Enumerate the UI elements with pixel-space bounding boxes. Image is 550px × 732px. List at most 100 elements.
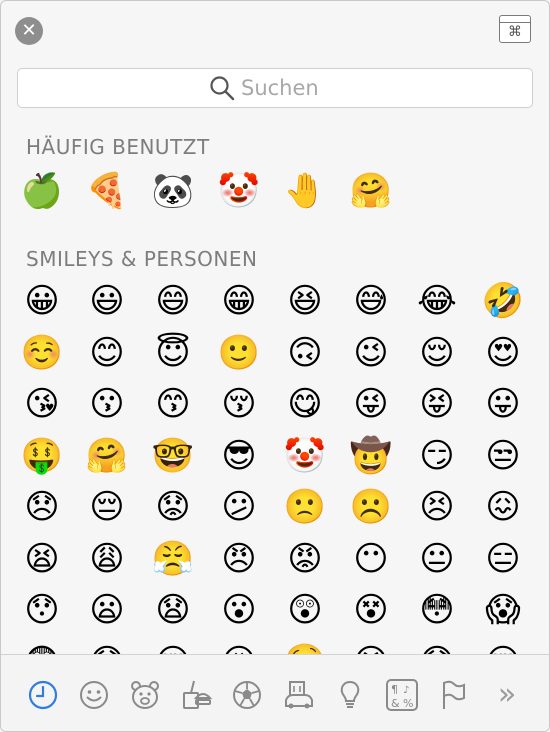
emoji-button[interactable]: 🤠 <box>349 434 393 478</box>
emoji-button[interactable]: 😆 <box>283 279 327 323</box>
emoji-button[interactable]: 😰 <box>85 640 129 655</box>
emoji-button[interactable]: 😇 <box>151 331 195 375</box>
emoji-button[interactable]: 😋 <box>283 382 327 426</box>
emoji-button[interactable]: 😂 <box>415 279 459 323</box>
search-input[interactable] <box>241 76 341 100</box>
emoji-button[interactable]: 🤣 <box>481 279 525 323</box>
emoji-button[interactable]: 🙃 <box>283 331 327 375</box>
emoji-button[interactable]: 🤡 <box>217 169 261 213</box>
emoji-button[interactable]: 😡 <box>283 537 327 581</box>
emoji-button[interactable]: ☺️ <box>20 331 64 375</box>
emoji-button[interactable]: 😶 <box>349 537 393 581</box>
svg-text:¶: ¶ <box>391 683 398 696</box>
emoji-button[interactable]: 😔 <box>85 485 129 529</box>
emoji-button[interactable]: 😏 <box>415 434 459 478</box>
bear-icon <box>131 681 159 709</box>
emoji-scroll-area[interactable]: HÄUFIG BENUTZT 🍏 🍕 🐼 🤡 🤚 🤗 SMILEYS & PERSONEN… <box>1 121 549 654</box>
emoji-button[interactable]: 😜 <box>349 382 393 426</box>
character-viewer-button[interactable]: ⌘ <box>499 15 531 43</box>
emoji-button[interactable]: 😮 <box>217 588 261 632</box>
emoji-button[interactable]: 😕 <box>217 485 261 529</box>
emoji-button[interactable]: 😁 <box>217 279 261 323</box>
command-key-icon: ⌘ <box>508 24 522 40</box>
emoji-button[interactable]: 😍 <box>481 331 525 375</box>
emoji-button[interactable]: 😲 <box>283 588 327 632</box>
emoji-button[interactable]: 😄 <box>151 279 195 323</box>
category-frequent[interactable] <box>25 677 61 713</box>
category-smileys[interactable] <box>76 677 112 713</box>
emoji-button[interactable]: 🤚 <box>283 169 327 213</box>
emoji-button[interactable]: 😉 <box>349 331 393 375</box>
emoji-button[interactable]: 😚 <box>217 382 261 426</box>
emoji-button[interactable]: 😞 <box>20 485 64 529</box>
emoji-button[interactable]: 😩 <box>85 537 129 581</box>
category-bar: ¶ ♪ & % » <box>1 654 549 731</box>
emoji-button[interactable]: 😱 <box>481 588 525 632</box>
section-title-smileys: SMILEYS & PERSONEN <box>26 247 258 271</box>
category-symbols[interactable]: ¶ ♪ & % <box>384 677 420 713</box>
emoji-button[interactable]: 😀 <box>20 279 64 323</box>
emoji-button[interactable]: 😦 <box>85 588 129 632</box>
emoji-button[interactable]: ☹️ <box>349 485 393 529</box>
emoji-button[interactable]: 😛 <box>481 382 525 426</box>
search-icon <box>210 76 235 101</box>
emoji-button[interactable]: 😠 <box>217 537 261 581</box>
emoji-button[interactable]: 🤡 <box>283 434 327 478</box>
emoji-button[interactable]: 🙁 <box>283 485 327 529</box>
emoji-button[interactable]: 🤤 <box>283 640 327 655</box>
emoji-picker-window: ✕ ⌘ HÄUFIG BENUTZT 🍏 🍕 🐼 🤡 🤚 🤗 SMILEYS & PERS… <box>0 0 550 732</box>
emoji-button[interactable]: 😊 <box>85 331 129 375</box>
emoji-button[interactable]: 🤓 <box>151 434 195 478</box>
emoji-button[interactable]: 😎 <box>217 434 261 478</box>
category-objects[interactable] <box>332 677 368 713</box>
emoji-button[interactable]: 😓 <box>415 640 459 655</box>
emoji-button[interactable]: 🤑 <box>20 434 64 478</box>
category-more[interactable]: » <box>489 677 525 713</box>
window-bar <box>500 16 530 23</box>
emoji-button[interactable]: 🐼 <box>151 169 195 213</box>
emoji-button[interactable]: 😙 <box>151 382 195 426</box>
category-flags[interactable] <box>435 677 471 713</box>
emoji-button[interactable]: 😵 <box>349 588 393 632</box>
emoji-button[interactable]: 😟 <box>151 485 195 529</box>
emoji-button[interactable]: 🤗 <box>85 434 129 478</box>
emoji-button[interactable]: 😳 <box>415 588 459 632</box>
emoji-button[interactable]: 😒 <box>481 434 525 478</box>
category-food[interactable] <box>178 677 214 713</box>
flag-icon <box>443 680 465 709</box>
emoji-button[interactable]: 🍏 <box>20 169 64 213</box>
svg-text:♪: ♪ <box>403 685 409 696</box>
emoji-button[interactable]: 😯 <box>20 588 64 632</box>
emoji-button[interactable]: 😤 <box>151 537 195 581</box>
emoji-button[interactable]: 😪 <box>481 640 525 655</box>
section-title-frequent: HÄUFIG BENUTZT <box>26 135 210 159</box>
svg-text:%: % <box>403 697 413 710</box>
category-activity[interactable] <box>229 677 265 713</box>
emoji-button[interactable]: 🤗 <box>349 169 393 213</box>
emoji-button[interactable]: 🙂 <box>217 331 261 375</box>
emoji-button[interactable]: 😧 <box>151 588 195 632</box>
emoji-button[interactable]: 😃 <box>85 279 129 323</box>
emoji-button[interactable]: 😑 <box>481 537 525 581</box>
emoji-button[interactable]: 😐 <box>415 537 459 581</box>
emoji-button[interactable]: 🍕 <box>85 169 129 213</box>
emoji-button[interactable]: 😢 <box>151 640 195 655</box>
category-animals[interactable] <box>127 677 163 713</box>
emoji-button[interactable]: 😗 <box>85 382 129 426</box>
emoji-button[interactable]: 😖 <box>481 485 525 529</box>
emoji-button[interactable]: 😫 <box>20 537 64 581</box>
emoji-button[interactable]: 😅 <box>349 279 393 323</box>
svg-text:&: & <box>391 697 400 710</box>
emoji-button[interactable]: 😨 <box>20 640 64 655</box>
search-field[interactable] <box>17 68 533 108</box>
emoji-button[interactable]: 😭 <box>349 640 393 655</box>
emoji-button[interactable]: 😣 <box>415 485 459 529</box>
soccer-icon <box>233 681 261 709</box>
category-travel[interactable] <box>281 677 317 713</box>
emoji-button[interactable]: 😌 <box>415 331 459 375</box>
emoji-button[interactable]: 😥 <box>217 640 261 655</box>
close-button[interactable]: ✕ <box>15 17 43 45</box>
emoji-button[interactable]: 😘 <box>20 382 64 426</box>
emoji-button[interactable]: 😝 <box>415 382 459 426</box>
clock-icon <box>28 680 58 710</box>
